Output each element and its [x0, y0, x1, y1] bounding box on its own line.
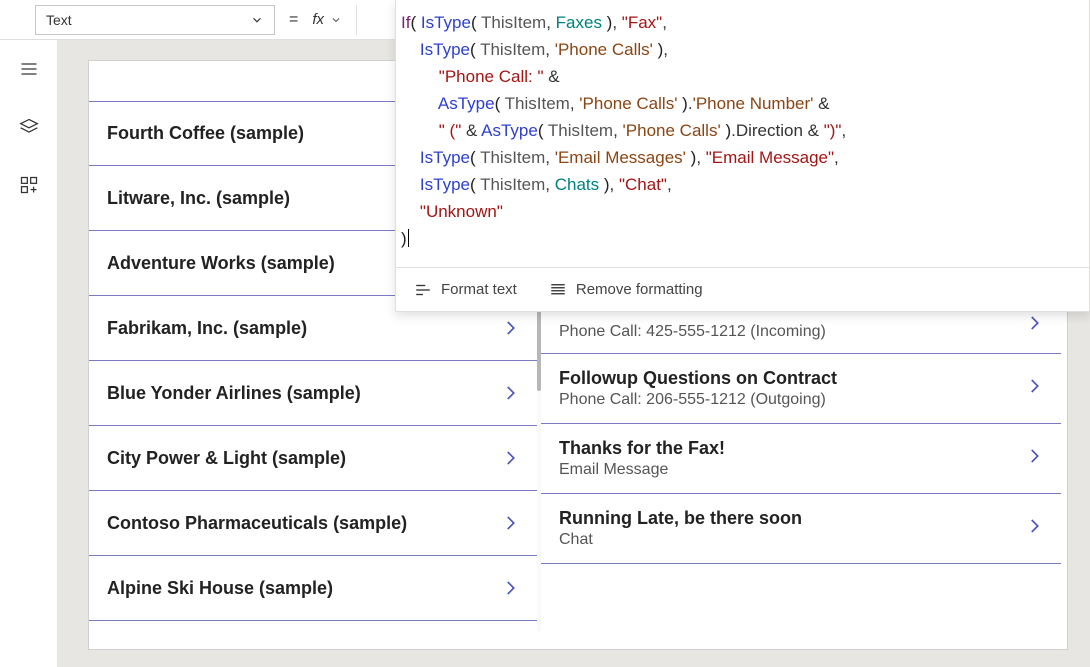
list-item[interactable]: Contoso Pharmaceuticals (sample): [89, 491, 537, 556]
caret: [408, 229, 409, 247]
chevron-right-icon: [501, 446, 519, 470]
account-name: Alpine Ski House (sample): [107, 578, 333, 599]
chevron-right-icon: [501, 511, 519, 535]
list-item[interactable]: Thanks for the Fax! Email Message: [541, 424, 1061, 494]
format-text-label: Format text: [441, 281, 517, 298]
formula-code[interactable]: If( IsType( ThisItem, Faxes ), "Fax", Is…: [396, 0, 1089, 267]
remove-formatting-label: Remove formatting: [576, 281, 703, 298]
account-name: Blue Yonder Airlines (sample): [107, 383, 361, 404]
chevron-down-icon: [250, 13, 264, 27]
chevron-right-icon: [501, 381, 519, 405]
chevron-down-icon: [330, 14, 342, 26]
account-name: Contoso Pharmaceuticals (sample): [107, 513, 407, 534]
chevron-right-icon: [501, 576, 519, 600]
formula-editor[interactable]: If( IsType( ThisItem, Faxes ), "Fax", Is…: [395, 0, 1090, 312]
activity-title: Thanks for the Fax!: [559, 438, 725, 459]
left-rail: [0, 40, 58, 667]
chevron-right-icon: [1025, 311, 1043, 340]
account-name: Fourth Coffee (sample): [107, 123, 304, 144]
list-item[interactable]: Alpine Ski House (sample): [89, 556, 537, 621]
property-selector[interactable]: Text: [35, 5, 275, 35]
chevron-right-icon: [501, 316, 519, 340]
chevron-right-icon: [1025, 514, 1043, 543]
account-name: Adventure Works (sample): [107, 253, 335, 274]
activity-sub: Email Message: [559, 461, 725, 479]
account-name: Fabrikam, Inc. (sample): [107, 318, 307, 339]
equals-sign: =: [289, 11, 298, 29]
activity-sub: Chat: [559, 531, 802, 549]
account-name: City Power & Light (sample): [107, 448, 346, 469]
chevron-right-icon: [1025, 444, 1043, 473]
list-item[interactable]: Followup Questions on Contract Phone Cal…: [541, 354, 1061, 424]
activity-sub: Phone Call: 425-555-1212 (Incoming): [559, 323, 826, 341]
remove-formatting-button[interactable]: Remove formatting: [549, 281, 703, 299]
fx-button[interactable]: fx: [312, 5, 357, 35]
fx-label: fx: [312, 11, 324, 28]
list-item[interactable]: City Power & Light (sample): [89, 426, 537, 491]
format-text-button[interactable]: Format text: [414, 281, 517, 299]
layers-icon[interactable]: [0, 98, 57, 156]
activity-sub: Phone Call: 206-555-1212 (Outgoing): [559, 391, 837, 409]
property-selector-label: Text: [46, 12, 72, 28]
chevron-right-icon: [1025, 374, 1043, 403]
activity-title: Running Late, be there soon: [559, 508, 802, 529]
hamburger-icon[interactable]: [0, 40, 57, 98]
list-item[interactable]: Running Late, be there soon Chat: [541, 494, 1061, 564]
formula-footer: Format text Remove formatting: [396, 267, 1089, 311]
apps-icon[interactable]: [0, 156, 57, 214]
account-name: Litware, Inc. (sample): [107, 188, 290, 209]
list-item[interactable]: Blue Yonder Airlines (sample): [89, 361, 537, 426]
activity-title: Followup Questions on Contract: [559, 368, 837, 389]
